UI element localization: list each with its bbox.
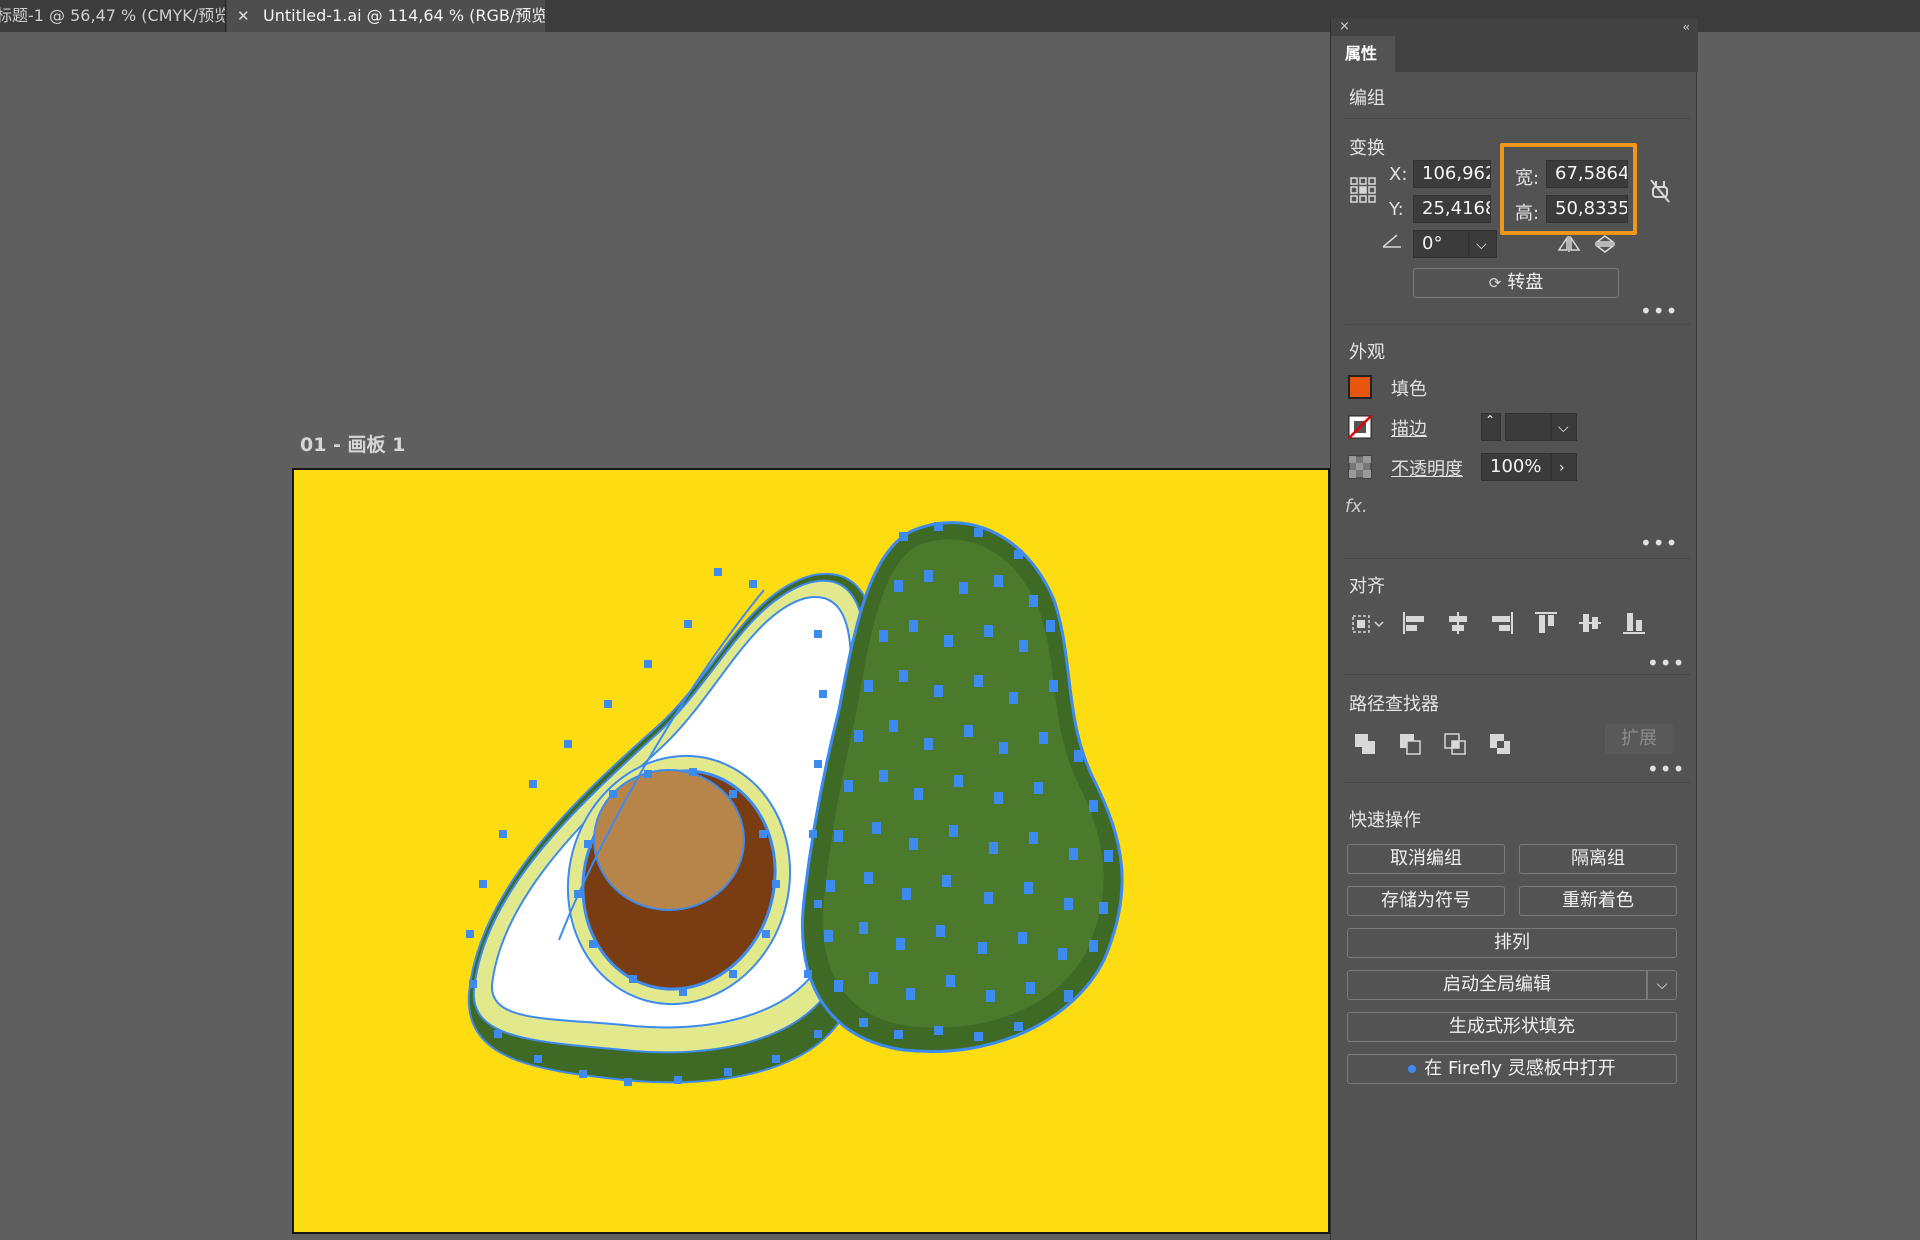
- appearance-more-icon[interactable]: •••: [1640, 533, 1678, 553]
- artboard-label[interactable]: 01 - 画板 1: [300, 430, 405, 457]
- divider: [1345, 674, 1690, 675]
- y-field[interactable]: 25,4168: [1413, 195, 1491, 223]
- illustrator-window: 未标题-1 @ 56,47 % (CMYK/预览) ✕ Untitled-1.ai…: [0, 0, 1920, 1240]
- turntable-label: 转盘: [1507, 272, 1544, 293]
- selection-type-label: 编组: [1349, 88, 1385, 109]
- opacity-field[interactable]: 100%: [1481, 453, 1551, 481]
- ungroup-button[interactable]: 取消编组: [1347, 844, 1505, 874]
- open-in-firefly-button[interactable]: 在 Firefly 灵感板中打开: [1347, 1054, 1677, 1084]
- align-vertical-center-icon[interactable]: [1577, 610, 1603, 636]
- width-height-highlight: [1500, 143, 1637, 235]
- save-as-symbol-button[interactable]: 存储为符号: [1347, 886, 1505, 916]
- generative-shape-fill-button[interactable]: 生成式形状填充: [1347, 1012, 1677, 1042]
- transform-more-icon[interactable]: •••: [1640, 301, 1678, 321]
- fill-swatch[interactable]: [1348, 375, 1372, 399]
- turntable-button[interactable]: ⟳ 转盘: [1413, 268, 1619, 298]
- tab-2-label: Untitled-1.ai @ 114,64 % (RGB/预览): [263, 6, 545, 25]
- angle-dropdown[interactable]: ⌵: [1469, 230, 1497, 258]
- appearance-title: 外观: [1349, 342, 1385, 363]
- close-icon[interactable]: ✕: [237, 0, 255, 32]
- document-tab-1[interactable]: 未标题-1 @ 56,47 % (CMYK/预览): [0, 0, 226, 32]
- pathfinder-minus-front-icon[interactable]: [1398, 732, 1422, 756]
- stroke-label[interactable]: 描边: [1391, 415, 1427, 441]
- firefly-dot-icon: [1408, 1065, 1417, 1073]
- recolor-button[interactable]: 重新着色: [1519, 886, 1677, 916]
- divider: [1345, 118, 1690, 119]
- divider: [1345, 558, 1690, 559]
- align-left-icon[interactable]: [1401, 610, 1427, 636]
- pathfinder-exclude-icon[interactable]: [1488, 732, 1512, 756]
- stroke-weight-stepper[interactable]: ⌃: [1481, 413, 1501, 441]
- y-label: Y:: [1389, 199, 1404, 220]
- fill-label[interactable]: 填色: [1391, 375, 1427, 401]
- chevron-down-icon: ⌵: [1476, 237, 1487, 253]
- pathfinder-more-icon[interactable]: •••: [1647, 759, 1685, 779]
- artboard[interactable]: [292, 468, 1330, 1234]
- pathfinder-title: 路径查找器: [1349, 694, 1439, 715]
- divider: [1345, 782, 1690, 783]
- opacity-expand[interactable]: ›: [1551, 453, 1577, 481]
- opacity-label[interactable]: 不透明度: [1391, 455, 1463, 481]
- stroke-weight-field[interactable]: [1505, 413, 1551, 441]
- rotate-angle-icon: [1382, 234, 1401, 248]
- panel-tab-bar: 属性: [1331, 36, 1698, 72]
- transform-title: 变换: [1349, 138, 1385, 159]
- open-in-firefly-label: 在 Firefly 灵感板中打开: [1424, 1058, 1616, 1079]
- align-to-dropdown-icon[interactable]: [1349, 612, 1385, 636]
- quick-actions-title: 快速操作: [1349, 810, 1421, 831]
- stroke-weight-dropdown[interactable]: ⌵: [1551, 413, 1577, 441]
- pathfinder-unite-icon[interactable]: [1353, 732, 1377, 756]
- reference-point-icon[interactable]: [1349, 176, 1377, 204]
- panel-close-icon[interactable]: ×: [1339, 18, 1350, 36]
- global-edit-button[interactable]: 启动全局编辑: [1347, 970, 1647, 1000]
- stepper-up-icon: ⌃: [1485, 413, 1496, 427]
- avocado-artwork[interactable]: [294, 470, 1332, 1236]
- panel-header: × ‹‹: [1331, 18, 1698, 36]
- x-label: X:: [1389, 164, 1408, 185]
- flip-horizontal-icon[interactable]: [1557, 234, 1583, 254]
- constrain-proportions-icon[interactable]: [1649, 178, 1671, 204]
- chevron-down-icon: ⌵: [1656, 977, 1668, 993]
- tab-properties[interactable]: 属性: [1331, 36, 1395, 72]
- chevron-down-icon: ⌵: [1558, 420, 1569, 436]
- arrange-button[interactable]: 排列: [1347, 928, 1677, 958]
- flip-vertical-icon[interactable]: [1593, 234, 1617, 254]
- align-horizontal-center-icon[interactable]: [1445, 610, 1471, 636]
- align-more-icon[interactable]: •••: [1647, 653, 1685, 673]
- isolate-group-button[interactable]: 隔离组: [1519, 844, 1677, 874]
- align-bottom-icon[interactable]: [1621, 610, 1647, 636]
- x-field[interactable]: 106,962: [1413, 160, 1491, 188]
- stroke-swatch[interactable]: [1348, 415, 1372, 439]
- fx-icon[interactable]: fx.: [1345, 496, 1368, 517]
- pathfinder-intersect-icon[interactable]: [1443, 732, 1467, 756]
- document-tab-2[interactable]: ✕ Untitled-1.ai @ 114,64 % (RGB/预览): [227, 0, 545, 32]
- align-right-icon[interactable]: [1489, 610, 1515, 636]
- tab-1-label: 未标题-1 @ 56,47 % (CMYK/预览): [0, 6, 225, 25]
- opacity-checker-icon: [1348, 455, 1372, 479]
- divider: [1345, 324, 1690, 325]
- global-edit-dropdown[interactable]: ⌵: [1647, 970, 1677, 1000]
- turntable-icon: ⟳: [1488, 274, 1502, 292]
- expand-button[interactable]: 扩展: [1605, 724, 1673, 754]
- canvas-right-area: [1698, 32, 1920, 1240]
- align-top-icon[interactable]: [1533, 610, 1559, 636]
- angle-field[interactable]: 0°: [1413, 230, 1469, 258]
- chevron-right-icon: ›: [1559, 460, 1565, 476]
- panel-collapse-icon[interactable]: ‹‹: [1682, 18, 1689, 36]
- align-title: 对齐: [1349, 576, 1385, 597]
